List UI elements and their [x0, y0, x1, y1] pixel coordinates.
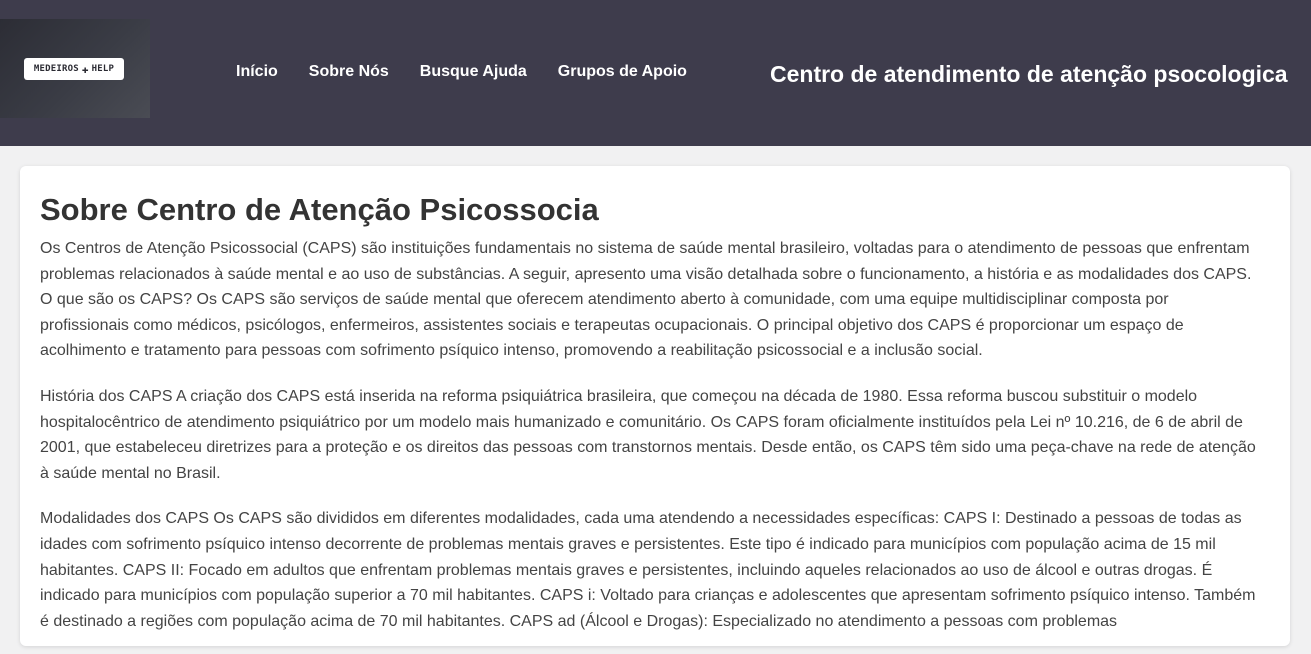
- cross-icon: ✚: [81, 62, 89, 76]
- page-title: Sobre Centro de Atenção Psicossocia: [40, 192, 599, 227]
- logo-text-right: HELP: [91, 64, 115, 74]
- main-nav: Início Sobre Nós Busque Ajuda Grupos de …: [236, 63, 718, 81]
- nav-link-inicio[interactable]: Início: [236, 63, 278, 81]
- logo-container[interactable]: MEDEIROS ✚ HELP: [0, 19, 150, 118]
- content-card: Sobre Centro de Atenção Psicossocia Os C…: [20, 166, 1290, 646]
- paragraph-history: História dos CAPS A criação dos CAPS est…: [40, 387, 1256, 482]
- nav-link-busque-ajuda[interactable]: Busque Ajuda: [420, 63, 527, 81]
- nav-link-grupos-de-apoio[interactable]: Grupos de Apoio: [558, 63, 687, 81]
- logo[interactable]: MEDEIROS ✚ HELP: [24, 58, 124, 80]
- logo-text-left: MEDEIROS: [33, 64, 79, 74]
- nav-link-sobre-nos[interactable]: Sobre Nós: [309, 63, 389, 81]
- paragraph-modalities: Modalidades dos CAPS Os CAPS são dividid…: [40, 510, 1256, 630]
- paragraph-intro: Os Centros de Atenção Psicossocial (CAPS…: [40, 240, 1252, 360]
- article-body: Os Centros de Atenção Psicossocial (CAPS…: [40, 236, 1256, 654]
- site-title: Centro de atendimento de atenção psocolo…: [770, 61, 1288, 87]
- site-header: MEDEIROS ✚ HELP Início Sobre Nós Busque …: [0, 0, 1311, 146]
